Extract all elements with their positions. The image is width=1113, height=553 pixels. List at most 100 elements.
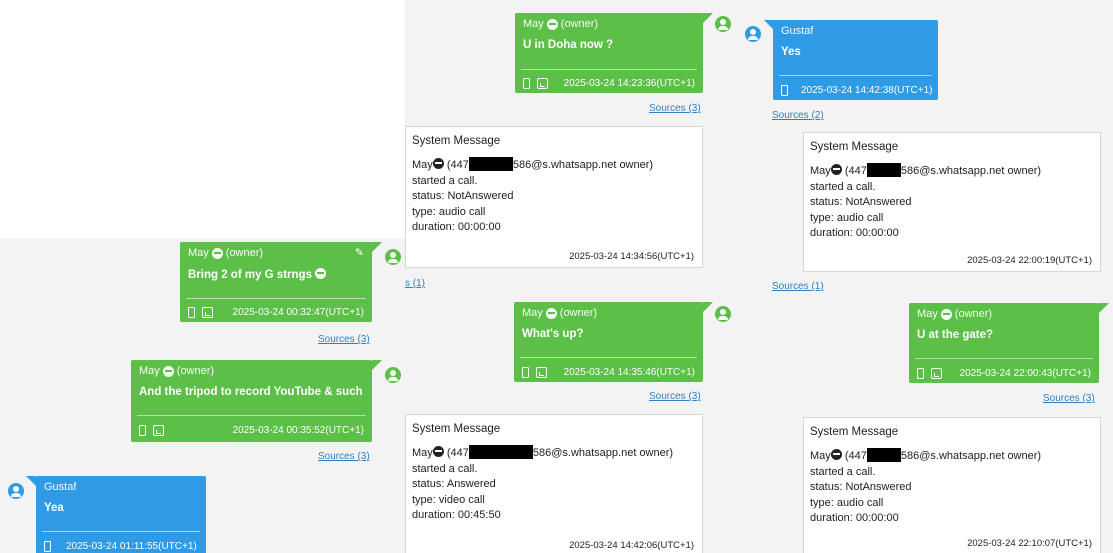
sources-link[interactable]: Sources (2) — [772, 110, 824, 121]
system-message-title: System Message — [412, 135, 501, 147]
sources-link[interactable]: Sources (3) — [318, 451, 370, 462]
emoji-face-icon — [545, 307, 557, 319]
sources-link[interactable]: s (1) — [405, 278, 425, 289]
sources-link[interactable]: Sources (3) — [649, 391, 701, 402]
message-header: May (owner) — [180, 242, 372, 264]
owner-message-bubble[interactable]: May (owner) ✎ Bring 2 of my G strngs 202… — [180, 242, 372, 322]
owner-message-bubble[interactable]: May (owner) What's up? 2025-03-24 14:35:… — [514, 302, 703, 382]
phone-icon — [188, 306, 195, 318]
emoji-face-icon — [432, 446, 444, 457]
phone-icon — [917, 367, 924, 379]
system-message-body: May (447 586@s.whatsapp.net owner) starte… — [810, 163, 1042, 239]
emoji-face-icon — [315, 268, 327, 279]
message-timestamp: 2025-03-24 22:00:43(UTC+1) — [959, 367, 1091, 379]
emoji-face-icon — [830, 164, 842, 175]
redaction-block — [468, 157, 513, 171]
chat-panel-right: Gustaf Yes 2025-03-24 14:42:38(UTC+1) So… — [737, 0, 1113, 553]
bubble-tail — [372, 242, 382, 252]
system-message-timestamp: 2025-03-24 22:00:19(UTC+1) — [967, 255, 1092, 266]
divider — [779, 75, 932, 76]
bubble-tail — [703, 302, 713, 312]
divider — [137, 415, 366, 416]
sources-link[interactable]: Sources (1) — [772, 281, 824, 292]
emoji-face-icon — [162, 365, 174, 377]
image-icon — [931, 367, 942, 379]
person-avatar-icon — [8, 483, 24, 499]
message-text: U in Doha now ? — [523, 39, 614, 51]
bubble-tail — [26, 476, 36, 486]
message-timestamp: 2025-03-24 01:11:55(UTC+1) — [66, 540, 197, 552]
message-timestamp: 2025-03-24 14:23:36(UTC+1) — [563, 77, 695, 89]
message-text: Yea — [44, 502, 64, 514]
sender-name: May — [523, 18, 544, 30]
owner-message-bubble[interactable]: May (owner) U at the gate? 2025-03-24 22… — [909, 303, 1099, 383]
message-text: Yes — [781, 46, 801, 58]
system-message-body: May (447 586@s.whatsapp.net owner) starte… — [412, 157, 654, 233]
redaction-block — [866, 448, 901, 462]
message-header: May (owner) — [909, 303, 1099, 325]
emoji-face-icon — [546, 18, 558, 30]
message-text: U at the gate? — [917, 329, 994, 341]
person-avatar-icon — [385, 249, 401, 265]
person-avatar-icon — [745, 26, 761, 42]
image-icon — [202, 306, 213, 318]
owner-message-bubble[interactable]: May (owner) And the tripod to record You… — [131, 360, 372, 442]
phone-icon — [522, 366, 529, 378]
message-text: Bring 2 of my G strngs — [180, 264, 372, 281]
message-footer: 2025-03-24 00:35:52(UTC+1) — [139, 422, 364, 438]
pencil-icon[interactable]: ✎ — [355, 246, 364, 259]
sources-link[interactable]: Sources (3) — [649, 103, 701, 114]
message-header: May (owner) — [131, 360, 372, 382]
image-icon — [536, 366, 547, 378]
sender-role: (owner) — [954, 308, 993, 320]
system-message-box: System Message May (447 586@s.whatsapp.ne… — [803, 132, 1101, 272]
owner-message-bubble[interactable]: May (owner) U in Doha now ? 2025-03-24 1… — [515, 13, 703, 93]
phone-icon — [523, 77, 530, 89]
message-header: Gustaf — [36, 476, 206, 498]
message-header: May (owner) — [514, 302, 703, 324]
chat-panel-middle: May (owner) U in Doha now ? 2025-03-24 1… — [405, 0, 737, 553]
message-timestamp: 2025-03-24 00:32:47(UTC+1) — [232, 306, 364, 318]
message-timestamp: 2025-03-24 14:35:46(UTC+1) — [563, 366, 695, 378]
message-footer: 2025-03-24 22:00:43(UTC+1) — [917, 365, 1091, 381]
person-avatar-icon — [715, 16, 731, 32]
sender-name: May — [188, 247, 209, 259]
divider — [42, 531, 200, 532]
person-avatar-icon — [385, 367, 401, 383]
sender-name: May — [139, 365, 160, 377]
system-message-timestamp: 2025-03-24 22:10:07(UTC+1) — [967, 538, 1092, 549]
message-timestamp: 2025-03-24 00:35:52(UTC+1) — [232, 424, 364, 436]
message-footer: 2025-03-24 14:35:46(UTC+1) — [522, 364, 695, 380]
message-footer: 2025-03-24 14:23:36(UTC+1) — [523, 75, 695, 91]
message-text: What's up? — [522, 328, 584, 340]
system-message-timestamp: 2025-03-24 14:42:06(UTC+1) — [569, 540, 694, 551]
divider — [186, 298, 366, 299]
divider — [520, 357, 697, 358]
system-message-box: System Message May (447 586@s.whatsapp.ne… — [405, 126, 703, 268]
sender-role: (owner) — [559, 307, 598, 319]
system-message-box: System Message May (447 586@s.whatsapp.ne… — [405, 414, 703, 553]
bubble-tail — [1099, 303, 1109, 313]
bubble-tail — [703, 13, 713, 23]
phone-icon — [781, 84, 788, 96]
sender-name: Gustaf — [781, 25, 814, 37]
message-footer: 2025-03-24 01:11:55(UTC+1) — [44, 538, 198, 553]
system-message-timestamp: 2025-03-24 14:34:56(UTC+1) — [569, 251, 694, 262]
chat-panel-left: May (owner) ✎ Bring 2 of my G strngs 202… — [0, 238, 405, 553]
contact-message-bubble[interactable]: Gustaf Yea 2025-03-24 01:11:55(UTC+1) — [36, 476, 206, 553]
redaction-block — [468, 445, 533, 459]
image-icon — [153, 424, 164, 436]
phone-icon — [139, 424, 146, 436]
contact-message-bubble[interactable]: Gustaf Yes 2025-03-24 14:42:38(UTC+1) — [773, 20, 938, 100]
sender-name: May — [917, 308, 938, 320]
message-text: And the tripod to record YouTube & such — [139, 386, 363, 398]
emoji-face-icon — [830, 449, 842, 460]
sender-name: Gustaf — [44, 481, 77, 493]
system-message-title: System Message — [810, 141, 899, 153]
system-message-body: May (447 586@s.whatsapp.net owner) starte… — [810, 448, 1042, 524]
sources-link[interactable]: Sources (3) — [318, 334, 370, 345]
emoji-face-icon — [940, 308, 952, 320]
system-message-body: May (447 586@s.whatsapp.net owner) starte… — [412, 445, 674, 521]
sender-role: (owner) — [560, 18, 599, 30]
sources-link[interactable]: Sources (3) — [1043, 393, 1095, 404]
